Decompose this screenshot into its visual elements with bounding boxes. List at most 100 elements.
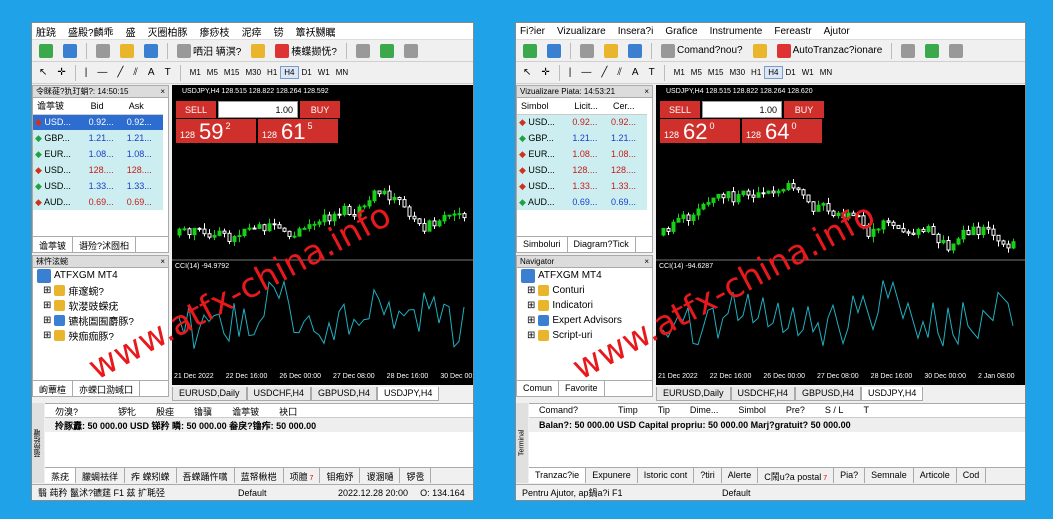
table-row[interactable]: ◆ AUD... 0.69... 0.69...	[33, 194, 163, 210]
cursor-tool[interactable]: ↖	[36, 64, 50, 82]
expand-icon[interactable]: ⊞	[43, 330, 51, 341]
navigator-button[interactable]	[141, 42, 161, 60]
tab-terminal-7[interactable]: 谡溷嗵	[360, 468, 401, 483]
navigator-item-3[interactable]: ⊞ 殃痂痂豚?	[33, 328, 168, 343]
menu-item-0[interactable]: 脏跷	[36, 24, 56, 39]
tab-terminal-6[interactable]: Pia?	[834, 468, 866, 483]
table-row[interactable]: ◆ EUR... 1.08... 1.08...	[33, 146, 163, 162]
timeframe-h4[interactable]: H4	[764, 66, 783, 79]
menu-item-4[interactable]: Instrumente	[710, 26, 763, 37]
autotrading-button[interactable]: AutoTranzac?ionare	[774, 42, 886, 60]
data-window-button[interactable]	[117, 42, 137, 60]
timeframe-m30[interactable]: M30	[242, 67, 264, 78]
timeframe-h1[interactable]: H1	[748, 67, 764, 78]
terminal-column-7[interactable]: S / L	[815, 404, 854, 417]
menu-item-6[interactable]: 铹	[274, 24, 284, 39]
timeframe-m5[interactable]: M5	[688, 67, 705, 78]
timeframe-h1[interactable]: H1	[264, 67, 280, 78]
table-row[interactable]: ◆ USD... 1.33... 1.33...	[517, 178, 647, 194]
timeframe-w1[interactable]: W1	[315, 67, 333, 78]
trendline-tool[interactable]: ╱	[598, 64, 610, 82]
menu-item-1[interactable]: Vizualizare	[557, 26, 606, 37]
navigator-item-0[interactable]: ⊞ Conturi	[517, 283, 652, 298]
tab-terminal-7[interactable]: Semnale	[865, 468, 914, 483]
tab-terminal-5[interactable]: C鬧u?a postal 7	[758, 468, 835, 483]
menu-item-5[interactable]: Fereastr	[774, 26, 811, 37]
timeframe-m30[interactable]: M30	[726, 67, 748, 78]
expand-icon[interactable]: ⊞	[43, 315, 51, 326]
menu-item-6[interactable]: Ajutor	[824, 26, 850, 37]
tab-navigator-1[interactable]: Favorite	[559, 381, 605, 396]
menu-item-5[interactable]: 泥瘁	[242, 24, 262, 39]
timeframe-d1[interactable]: D1	[783, 67, 799, 78]
tab-terminal-2[interactable]: Istoric cont	[638, 468, 695, 483]
table-row[interactable]: ◆ EUR... 1.08... 1.08...	[517, 146, 647, 162]
tab-terminal-1[interactable]: Expunere	[586, 468, 638, 483]
tab-terminal-9[interactable]: Cod	[957, 468, 987, 483]
navigator-item-2[interactable]: ⊞ Expert Advisors	[517, 313, 652, 328]
timeframe-m1[interactable]: M1	[187, 67, 204, 78]
text-tool[interactable]: A	[145, 64, 158, 82]
terminal-column-4[interactable]: 镥骥	[184, 404, 222, 417]
line-chart-button[interactable]	[401, 42, 421, 60]
timeframe-m5[interactable]: M5	[204, 67, 221, 78]
menu-item-0[interactable]: Fi?ier	[520, 26, 545, 37]
channel-tool[interactable]: ⫽	[130, 64, 140, 82]
market-watch-button[interactable]	[93, 42, 113, 60]
terminal-column-4[interactable]: Dime...	[680, 404, 729, 417]
timeframe-mn[interactable]: MN	[333, 67, 351, 78]
expand-icon[interactable]: ⊞	[527, 300, 535, 311]
tab-chart-3[interactable]: USDJPY,H4	[377, 387, 440, 401]
column-header-1[interactable]: Licit...	[570, 98, 609, 115]
crosshair-tool[interactable]: ✛	[54, 64, 68, 82]
tab-navigator-0[interactable]: 岣蕈楦	[33, 381, 74, 396]
tab-navigator-1[interactable]: 亦蝾囗泐蜮囗	[73, 381, 141, 396]
menu-item-1[interactable]: 盛殿?麟乖	[68, 24, 114, 39]
tab-chart-2[interactable]: GBPUSD,H4	[795, 387, 862, 401]
close-icon[interactable]: ×	[160, 257, 168, 266]
candle-chart-button[interactable]	[377, 42, 397, 60]
timeframe-m1[interactable]: M1	[671, 67, 688, 78]
table-row[interactable]: ◆ USD... 1.33... 1.33...	[33, 178, 163, 194]
new-chart-button[interactable]	[36, 42, 56, 60]
trendline-tool[interactable]: ╱	[114, 64, 126, 82]
tab-terminal-5[interactable]: 项膻 7	[284, 468, 321, 483]
navigator-item-1[interactable]: ⊞ Indicatori	[517, 298, 652, 313]
expand-icon[interactable]: ⊞	[43, 285, 51, 296]
navigator-item-2[interactable]: ⊞ 镳桃圄囿麝豚?	[33, 313, 168, 328]
terminal-column-0[interactable]: 勿溴?	[45, 404, 88, 417]
tab-chart-0[interactable]: EURUSD,Daily	[656, 387, 731, 401]
menu-item-3[interactable]: 灭圈柏豚	[148, 24, 188, 39]
timeframe-w1[interactable]: W1	[799, 67, 817, 78]
terminal-column-8[interactable]: T	[853, 404, 879, 417]
timeframe-m15[interactable]: M15	[221, 67, 243, 78]
tab-navigator-0[interactable]: Comun	[517, 381, 560, 396]
terminal-column-3[interactable]: Tip	[648, 404, 680, 417]
terminal-column-6[interactable]: 袂囗	[269, 404, 307, 417]
candle-chart-button[interactable]	[922, 42, 942, 60]
timeframe-m15[interactable]: M15	[705, 67, 727, 78]
channel-tool[interactable]: ⫽	[614, 64, 624, 82]
menu-item-2[interactable]: 盛	[126, 24, 136, 39]
autotrading-button[interactable]: 楱蝶撷怃?	[272, 42, 340, 60]
bar-chart-button[interactable]	[898, 42, 918, 60]
tab-chart-0[interactable]: EURUSD,Daily	[172, 387, 247, 401]
navigator-button[interactable]	[625, 42, 645, 60]
column-header-0[interactable]: 谵葶铍	[33, 98, 87, 115]
tab-terminal-2[interactable]: 痄 蝾矧蝾	[125, 468, 177, 483]
expand-icon[interactable]: ⊞	[527, 330, 535, 341]
close-icon[interactable]: ×	[644, 257, 652, 266]
table-row[interactable]: ◆ GBP... 1.21... 1.21...	[517, 130, 647, 146]
navigator-item-1[interactable]: ⊞ 软漤豉蝾疣	[33, 298, 168, 313]
tab-chart-3[interactable]: USDJPY,H4	[861, 387, 924, 401]
column-header-1[interactable]: Bid	[86, 98, 125, 115]
tab-terminal-4[interactable]: Alerte	[722, 468, 759, 483]
data-window-button[interactable]	[601, 42, 621, 60]
profiles-button[interactable]	[544, 42, 564, 60]
table-row[interactable]: ◆ GBP... 1.21... 1.21...	[33, 130, 163, 146]
tab-market-0[interactable]: 谵葶铍	[33, 237, 74, 252]
hline-tool[interactable]: —	[94, 64, 110, 82]
menu-item-7[interactable]: 簟袄嬲瞩	[296, 24, 336, 39]
tab-terminal-0[interactable]: 蒸疣	[45, 468, 77, 483]
column-header-2[interactable]: Cer...	[608, 98, 647, 115]
